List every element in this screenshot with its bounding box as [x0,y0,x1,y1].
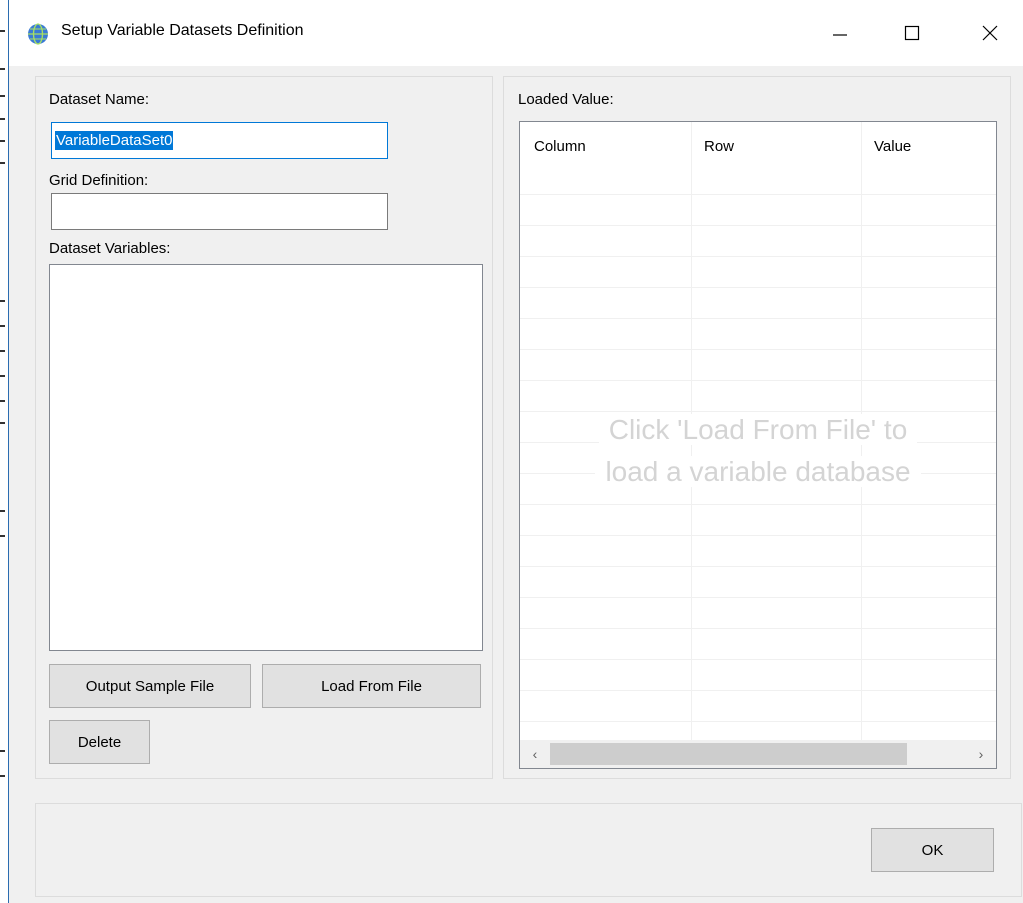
column-header-value[interactable]: Value [874,138,911,155]
close-icon [982,25,998,41]
window-title: Setup Variable Datasets Definition [61,22,304,39]
dataset-variables-label: Dataset Variables: [49,240,171,257]
loaded-value-label: Loaded Value: [518,91,614,108]
minimize-button[interactable] [809,10,871,56]
globe-icon [28,23,48,45]
dataset-name-value: VariableDataSet0 [55,131,174,150]
close-button[interactable] [959,10,1021,56]
horizontal-scrollbar[interactable]: ‹ › [520,740,996,768]
scrollbar-thumb[interactable] [550,743,907,765]
column-header-row[interactable]: Row [704,138,734,155]
minimize-icon [833,34,847,36]
maximize-button[interactable] [881,10,943,56]
dialog-window: Setup Variable Datasets Definition Datas… [9,0,1023,903]
dataset-variables-list[interactable] [49,264,483,651]
maximize-icon [904,25,920,41]
empty-grid-message-line2: load a variable database [595,456,921,487]
grid-definition-label: Grid Definition: [49,172,149,189]
loaded-value-grid[interactable]: Column Row Value Click 'Load From File' … [519,121,997,769]
scroll-right-icon[interactable]: › [971,744,991,764]
load-from-file-button[interactable]: Load From File [262,664,481,708]
title-bar: Setup Variable Datasets Definition [9,0,1023,66]
delete-button[interactable]: Delete [49,720,150,764]
output-sample-file-button[interactable]: Output Sample File [49,664,251,708]
ok-button[interactable]: OK [871,828,994,872]
dataset-name-input[interactable]: VariableDataSet0 [51,122,388,159]
dataset-name-label: Dataset Name: [49,91,150,108]
grid-definition-input[interactable] [51,193,388,230]
empty-grid-message-line1: Click 'Load From File' to [598,414,918,445]
column-header-column[interactable]: Column [534,138,586,155]
background-window-edge [0,0,9,903]
scroll-left-icon[interactable]: ‹ [525,744,545,764]
